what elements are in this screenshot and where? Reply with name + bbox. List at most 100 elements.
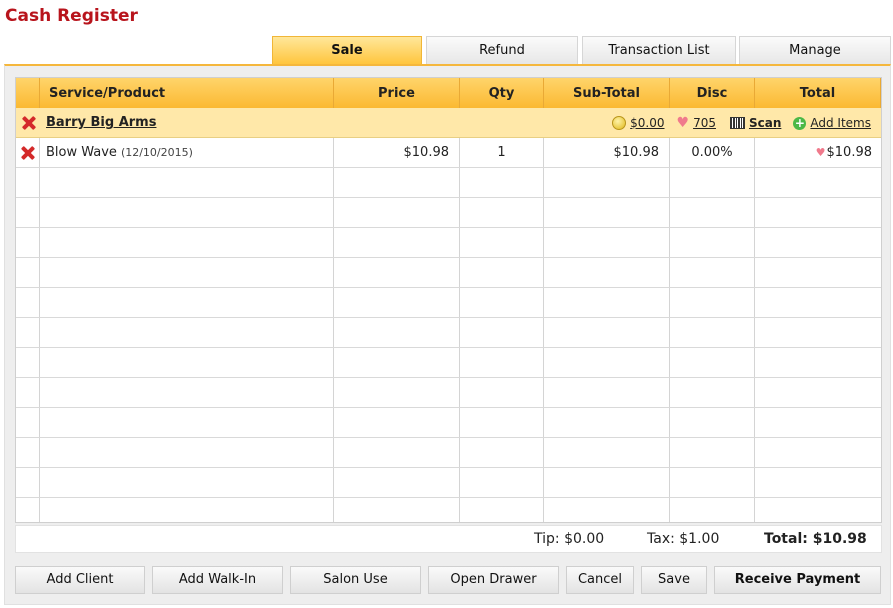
- empty-cell[interactable]: [16, 498, 40, 522]
- empty-cell[interactable]: [670, 468, 755, 497]
- tip-amount[interactable]: Tip: $0.00: [534, 531, 604, 547]
- empty-cell[interactable]: [755, 228, 881, 257]
- empty-cell[interactable]: [544, 318, 670, 347]
- empty-cell[interactable]: [544, 168, 670, 197]
- empty-cell[interactable]: [16, 168, 40, 197]
- empty-cell[interactable]: [16, 258, 40, 287]
- empty-cell[interactable]: [670, 378, 755, 407]
- empty-cell[interactable]: [670, 318, 755, 347]
- empty-cell[interactable]: [40, 198, 334, 227]
- empty-cell[interactable]: [16, 318, 40, 347]
- empty-cell[interactable]: [40, 318, 334, 347]
- empty-cell[interactable]: [460, 498, 544, 522]
- empty-cell[interactable]: [460, 378, 544, 407]
- empty-cell[interactable]: [334, 468, 460, 497]
- empty-cell[interactable]: [755, 288, 881, 317]
- empty-cell[interactable]: [755, 318, 881, 347]
- empty-cell[interactable]: [40, 228, 334, 257]
- empty-cell[interactable]: [460, 168, 544, 197]
- empty-cell[interactable]: [755, 468, 881, 497]
- empty-cell[interactable]: [670, 408, 755, 437]
- tab-sale[interactable]: Sale: [272, 36, 422, 65]
- empty-cell[interactable]: [460, 258, 544, 287]
- add-items-link[interactable]: Add Items: [810, 116, 871, 130]
- empty-cell[interactable]: [544, 198, 670, 227]
- empty-cell[interactable]: [40, 498, 334, 522]
- item-disc[interactable]: 0.00%: [670, 138, 755, 167]
- cancel-button[interactable]: Cancel: [566, 566, 634, 594]
- empty-cell[interactable]: [755, 498, 881, 522]
- empty-cell[interactable]: [755, 168, 881, 197]
- empty-cell[interactable]: [16, 468, 40, 497]
- empty-cell[interactable]: [40, 468, 334, 497]
- empty-cell[interactable]: [544, 438, 670, 467]
- empty-cell[interactable]: [544, 408, 670, 437]
- empty-cell[interactable]: [40, 438, 334, 467]
- empty-cell[interactable]: [40, 378, 334, 407]
- add-client-button[interactable]: Add Client: [15, 566, 145, 594]
- empty-cell[interactable]: [16, 228, 40, 257]
- empty-cell[interactable]: [40, 168, 334, 197]
- item-qty[interactable]: 1: [460, 138, 544, 167]
- salon-use-button[interactable]: Salon Use: [290, 566, 421, 594]
- scan-link[interactable]: Scan: [749, 116, 781, 130]
- empty-cell[interactable]: [755, 408, 881, 437]
- item-name-cell[interactable]: Blow Wave (12/10/2015): [40, 138, 334, 167]
- empty-cell[interactable]: [670, 228, 755, 257]
- empty-cell[interactable]: [334, 438, 460, 467]
- empty-cell[interactable]: [544, 258, 670, 287]
- empty-cell[interactable]: [334, 498, 460, 522]
- empty-cell[interactable]: [460, 438, 544, 467]
- item-price[interactable]: $10.98: [334, 138, 460, 167]
- empty-cell[interactable]: [16, 438, 40, 467]
- empty-cell[interactable]: [334, 378, 460, 407]
- empty-cell[interactable]: [334, 168, 460, 197]
- empty-cell[interactable]: [334, 228, 460, 257]
- tab-manage[interactable]: Manage: [739, 36, 891, 65]
- empty-cell[interactable]: [544, 498, 670, 522]
- empty-cell[interactable]: [670, 168, 755, 197]
- empty-cell[interactable]: [755, 348, 881, 377]
- empty-cell[interactable]: [334, 408, 460, 437]
- empty-cell[interactable]: [755, 258, 881, 287]
- empty-cell[interactable]: [16, 408, 40, 437]
- add-walk-in-button[interactable]: Add Walk-In: [152, 566, 283, 594]
- empty-cell[interactable]: [334, 198, 460, 227]
- empty-cell[interactable]: [16, 198, 40, 227]
- empty-cell[interactable]: [544, 348, 670, 377]
- empty-cell[interactable]: [670, 438, 755, 467]
- empty-cell[interactable]: [544, 468, 670, 497]
- tab-transaction-list[interactable]: Transaction List: [582, 36, 736, 65]
- empty-cell[interactable]: [544, 378, 670, 407]
- empty-cell[interactable]: [460, 348, 544, 377]
- empty-cell[interactable]: [40, 288, 334, 317]
- empty-cell[interactable]: [334, 318, 460, 347]
- empty-cell[interactable]: [460, 198, 544, 227]
- empty-cell[interactable]: [755, 438, 881, 467]
- empty-cell[interactable]: [670, 288, 755, 317]
- client-name-link[interactable]: Barry Big Arms: [40, 115, 156, 130]
- remove-client-icon[interactable]: [21, 115, 36, 130]
- empty-cell[interactable]: [755, 198, 881, 227]
- empty-cell[interactable]: [16, 378, 40, 407]
- empty-cell[interactable]: [544, 228, 670, 257]
- empty-cell[interactable]: [334, 348, 460, 377]
- save-button[interactable]: Save: [641, 566, 707, 594]
- empty-cell[interactable]: [334, 288, 460, 317]
- client-points-link[interactable]: 705: [693, 116, 716, 130]
- empty-cell[interactable]: [544, 288, 670, 317]
- empty-cell[interactable]: [670, 258, 755, 287]
- empty-cell[interactable]: [460, 408, 544, 437]
- empty-cell[interactable]: [670, 498, 755, 522]
- empty-cell[interactable]: [40, 258, 334, 287]
- empty-cell[interactable]: [460, 288, 544, 317]
- empty-cell[interactable]: [460, 468, 544, 497]
- empty-cell[interactable]: [460, 228, 544, 257]
- empty-cell[interactable]: [40, 408, 334, 437]
- empty-cell[interactable]: [16, 288, 40, 317]
- empty-cell[interactable]: [16, 348, 40, 377]
- client-balance-link[interactable]: $0.00: [630, 116, 664, 130]
- remove-item-icon[interactable]: [20, 145, 35, 160]
- empty-cell[interactable]: [755, 378, 881, 407]
- open-drawer-button[interactable]: Open Drawer: [428, 566, 559, 594]
